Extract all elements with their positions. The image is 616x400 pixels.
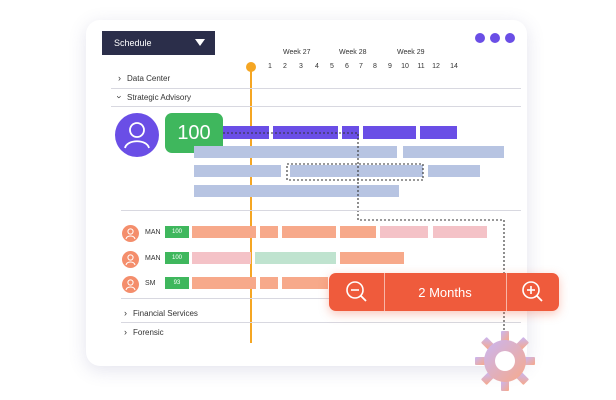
gantt-bar[interactable] (380, 226, 428, 238)
gantt-bar[interactable] (192, 252, 251, 264)
zoom-control: 2 Months (329, 273, 559, 311)
zoom-in-button[interactable] (506, 273, 561, 311)
member-initials: MAN (145, 255, 161, 262)
gantt-bar[interactable] (192, 226, 256, 238)
section-label: Financial Services (133, 308, 198, 318)
divider (121, 322, 521, 323)
gantt-bar[interactable] (192, 277, 256, 289)
member-score-badge: 93 (165, 277, 189, 289)
member-initials: SM (145, 280, 156, 287)
gear-icon (475, 331, 535, 391)
gantt-bar[interactable] (260, 277, 278, 289)
member-score-badge: 100 (165, 226, 189, 238)
gantt-bar[interactable] (433, 226, 487, 238)
member-avatar[interactable] (122, 251, 139, 268)
zoom-level: 2 Months (418, 284, 472, 300)
divider (121, 210, 521, 211)
section-financial-services[interactable]: › Financial Services (124, 308, 198, 318)
chevron-right-icon: › (124, 308, 127, 318)
member-avatar[interactable] (122, 276, 139, 293)
zoom-in-icon (522, 281, 543, 302)
section-label: Forensic (133, 327, 164, 337)
user-icon (125, 228, 136, 240)
gantt-bar[interactable] (260, 226, 278, 238)
zoom-out-button[interactable] (329, 273, 384, 311)
chevron-right-icon: › (124, 327, 127, 337)
gantt-bar[interactable] (282, 277, 328, 289)
user-icon (125, 254, 136, 266)
member-initials: MAN (145, 229, 161, 236)
gantt-bar[interactable] (282, 226, 336, 238)
gantt-bar[interactable] (340, 252, 404, 264)
section-forensic[interactable]: › Forensic (124, 327, 164, 337)
gantt-bar[interactable] (255, 252, 336, 264)
zoom-out-icon (346, 281, 367, 302)
member-score-badge: 100 (165, 252, 189, 264)
member-avatar[interactable] (122, 225, 139, 242)
user-icon (125, 279, 136, 291)
gantt-bar[interactable] (340, 226, 376, 238)
